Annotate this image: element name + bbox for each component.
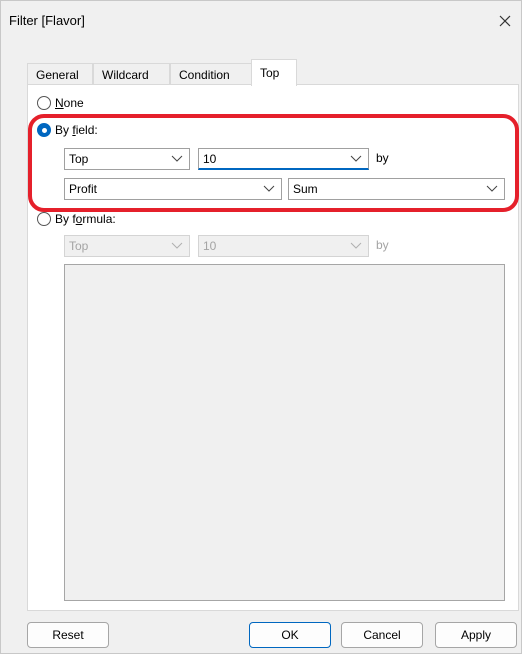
chevron-down-icon [486,185,498,192]
by-field-direction-select[interactable]: Top [64,148,190,170]
by-field-by-label: by [376,151,389,165]
chevron-down-icon [171,242,183,249]
filter-dialog: Filter [Flavor] General Wildcard Conditi… [0,0,522,654]
close-button[interactable] [495,11,515,31]
by-field-aggregation-value: Sum [293,182,318,196]
none-label: None [55,96,84,110]
ok-button[interactable]: OK [249,622,331,648]
by-field-label: By field: [55,123,98,137]
formula-text-area [64,264,505,601]
by-field-field-value: Profit [69,182,98,196]
title-bar: Filter [Flavor] [1,1,521,41]
by-field-field-select[interactable]: Profit [64,178,282,200]
none-radio[interactable] [37,96,51,110]
by-field-direction-value: Top [69,152,89,166]
by-formula-direction-value: Top [69,239,89,253]
by-formula-label: By formula: [55,212,116,226]
by-formula-count-value: 10 [203,239,217,253]
by-field-option[interactable]: By field: [37,123,98,137]
window-title: Filter [Flavor] [9,13,85,28]
by-field-aggregation-select[interactable]: Sum [288,178,505,200]
cancel-button[interactable]: Cancel [341,622,423,648]
chevron-down-icon [350,155,362,162]
chevron-down-icon [350,242,362,249]
chevron-down-icon [171,155,183,162]
tab-condition[interactable]: Condition [170,63,252,85]
tab-top[interactable]: Top [251,59,297,86]
by-formula-by-label: by [376,238,389,252]
by-formula-option[interactable]: By formula: [37,212,116,226]
by-field-count-value: 10 [203,152,217,166]
by-field-radio[interactable] [37,123,51,137]
by-formula-direction-select: Top [64,235,190,257]
close-icon [499,15,511,27]
chevron-down-icon [263,185,275,192]
by-formula-count-combo: 10 [198,235,369,257]
tab-general[interactable]: General [27,63,93,85]
apply-button[interactable]: Apply [435,622,517,648]
tab-wildcard[interactable]: Wildcard [93,63,170,85]
none-option[interactable]: None [37,96,84,110]
by-field-count-combo[interactable]: 10 [198,148,369,170]
reset-button[interactable]: Reset [27,622,109,648]
by-formula-radio[interactable] [37,212,51,226]
